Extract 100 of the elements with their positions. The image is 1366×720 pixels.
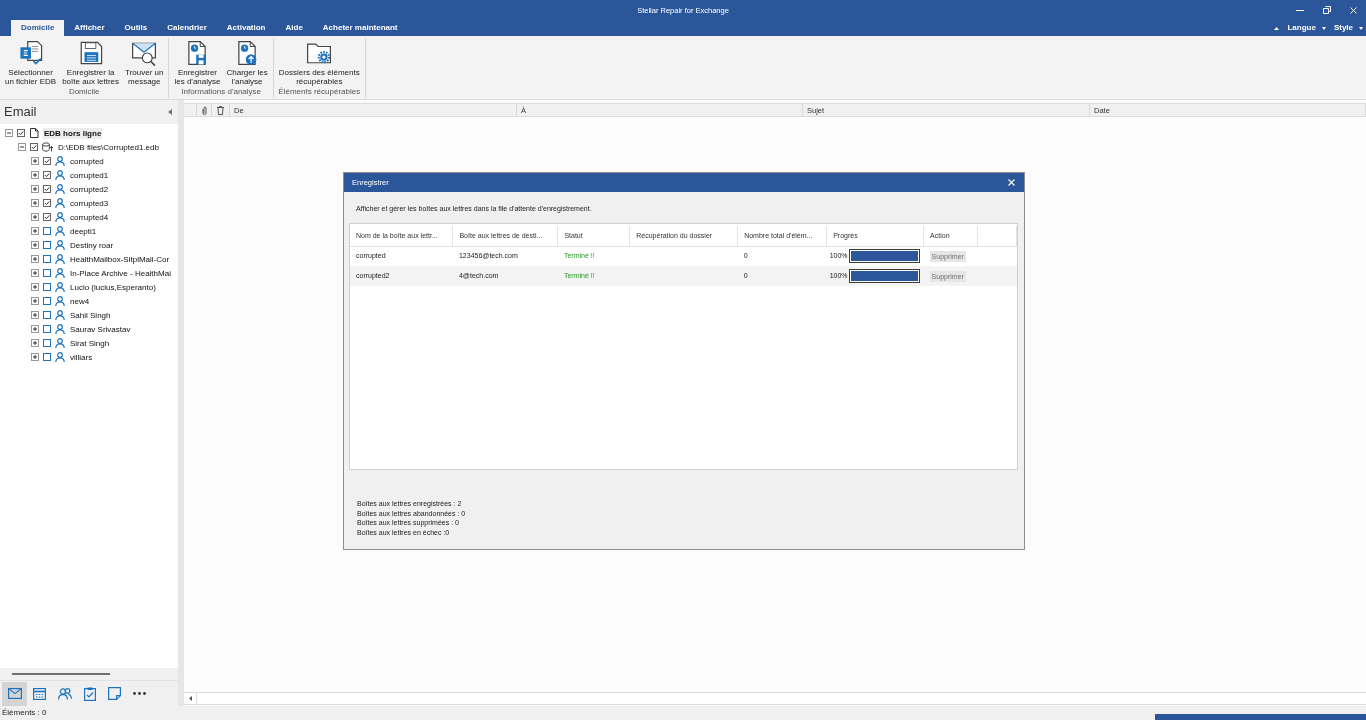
scrollbar-thumb[interactable]	[12, 673, 110, 675]
ribbon-button[interactable]: Sélectionner un fichier EDB	[2, 40, 60, 86]
expand-toggle-icon[interactable]	[31, 311, 39, 319]
dropdown-menu-button[interactable]: Langue	[1287, 22, 1326, 34]
close-icon[interactable]	[1008, 179, 1015, 186]
document-check-icon	[17, 40, 44, 66]
expand-toggle-icon[interactable]	[31, 283, 39, 291]
ribbon-tab[interactable]: Domicile	[11, 20, 65, 36]
person-icon	[55, 296, 65, 306]
checkbox[interactable]	[43, 227, 51, 235]
dropdown-menu-button[interactable]: Style	[1333, 22, 1363, 34]
expand-toggle-icon[interactable]	[31, 227, 39, 235]
ribbon-button[interactable]: Enregistrer la boîte aux lettres	[59, 40, 123, 86]
group-label: Informations d'analyse	[180, 86, 263, 98]
expand-toggle-icon[interactable]	[31, 241, 39, 249]
expand-toggle-icon[interactable]	[31, 255, 39, 263]
horizontal-scrollbar[interactable]	[184, 692, 1366, 705]
paperclip-icon[interactable]	[201, 105, 207, 115]
collapse-toggle-icon[interactable]	[5, 129, 13, 137]
ribbon-button[interactable]: Dossiers des éléments récupérables	[275, 40, 363, 86]
envelope-search-icon	[131, 40, 158, 66]
ribbon-tab[interactable]: Activation	[216, 20, 276, 36]
folder-gear-icon	[306, 40, 333, 66]
checkbox[interactable]	[43, 325, 51, 333]
ribbon-tab[interactable]: Acheter maintenant	[312, 20, 408, 36]
collapse-pane-icon[interactable]	[168, 109, 172, 115]
tree-item[interactable]: villiars	[69, 351, 94, 363]
person-icon	[55, 254, 65, 264]
calendar-icon	[33, 687, 46, 700]
person-icon	[55, 268, 65, 278]
checkbox[interactable]	[43, 353, 51, 361]
expand-toggle-icon[interactable]	[31, 213, 39, 221]
expand-toggle-icon[interactable]	[31, 199, 39, 207]
checkbox[interactable]	[43, 157, 51, 165]
ribbon-button[interactable]: Trouver un message	[122, 40, 167, 86]
person-icon	[55, 352, 65, 362]
checkbox[interactable]	[43, 283, 51, 291]
more-icon	[133, 692, 146, 695]
tree-item[interactable]: In-Place Archive - HealthMai	[69, 267, 172, 279]
tree-item[interactable]: Lucio (lucius,Esperanto)	[69, 281, 157, 293]
person-icon	[55, 156, 65, 166]
caret-down-icon	[1321, 26, 1326, 30]
tree-item[interactable]: D:\EDB files\Corrupted1.edb	[57, 141, 160, 153]
database-icon	[42, 142, 53, 152]
checkbox[interactable]	[43, 297, 51, 305]
tree-item[interactable]: Saurav Srivastav	[69, 323, 132, 335]
tree-item[interactable]: HealthMailbox-SitplMail-Cor	[69, 253, 171, 265]
minimize-icon[interactable]	[1296, 9, 1304, 11]
tree-item[interactable]: corrupted1	[69, 169, 110, 181]
pane-title: Email	[4, 104, 37, 120]
tree-item[interactable]: Sahil Singh	[69, 309, 112, 321]
expand-toggle-icon[interactable]	[31, 269, 39, 277]
ribbon-button[interactable]: Charger les l'analyse	[223, 40, 271, 86]
close-icon[interactable]	[1350, 6, 1357, 14]
ribbon-tab[interactable]: Calendrier	[157, 20, 217, 36]
group-label: Domicile	[67, 86, 101, 98]
expand-toggle-icon[interactable]	[31, 297, 39, 305]
checkbox[interactable]	[43, 339, 51, 347]
trash-icon[interactable]	[217, 105, 224, 115]
restore-icon[interactable]	[1323, 6, 1331, 14]
expand-toggle-icon[interactable]	[31, 171, 39, 179]
expand-toggle-icon[interactable]	[31, 325, 39, 333]
ribbon-tab[interactable]: Afficher	[64, 20, 115, 36]
scroll-left-icon[interactable]	[188, 696, 192, 701]
expand-toggle-icon[interactable]	[31, 185, 39, 193]
status-text: Éléments : 0	[1, 707, 47, 719]
caret-up-icon[interactable]	[1274, 26, 1280, 30]
expand-toggle-icon[interactable]	[31, 353, 39, 361]
ribbon-tab[interactable]: Outils	[114, 20, 158, 36]
tree-item[interactable]: EDB hors ligne	[43, 127, 103, 139]
checkbox[interactable]	[43, 199, 51, 207]
caret-down-icon	[1359, 26, 1363, 30]
checkbox[interactable]	[43, 241, 51, 249]
tree-item[interactable]: corrupted3	[69, 197, 110, 209]
nav-button[interactable]	[2, 681, 27, 706]
person-icon	[55, 198, 65, 208]
person-icon	[55, 324, 65, 334]
tree-item[interactable]: Sirat Singh	[69, 337, 111, 349]
expand-toggle-icon[interactable]	[31, 339, 39, 347]
tree-item[interactable]: new4	[69, 295, 91, 307]
checkbox[interactable]	[43, 255, 51, 263]
checkbox[interactable]	[30, 143, 38, 151]
ribbon-button[interactable]: Enregistrer les d'analyse	[171, 40, 224, 86]
checkbox[interactable]	[43, 311, 51, 319]
tree-item[interactable]: deepti1	[69, 225, 98, 237]
tree-item[interactable]: corrupted4	[69, 211, 110, 223]
checkbox[interactable]	[43, 269, 51, 277]
checkbox[interactable]	[17, 129, 25, 137]
tree-item[interactable]: Destiny roar	[69, 239, 115, 251]
expand-toggle-icon[interactable]	[31, 157, 39, 165]
checkbox[interactable]	[43, 213, 51, 221]
tree-item[interactable]: corrupted	[69, 155, 105, 167]
checkbox[interactable]	[43, 185, 51, 193]
group-label: Éléments récupérables	[277, 86, 362, 98]
checkbox[interactable]	[43, 171, 51, 179]
person-icon	[55, 338, 65, 348]
ribbon-tab[interactable]: Aide	[275, 20, 313, 36]
person-icon	[55, 170, 65, 180]
collapse-toggle-icon[interactable]	[18, 143, 26, 151]
tree-item[interactable]: corrupted2	[69, 183, 110, 195]
